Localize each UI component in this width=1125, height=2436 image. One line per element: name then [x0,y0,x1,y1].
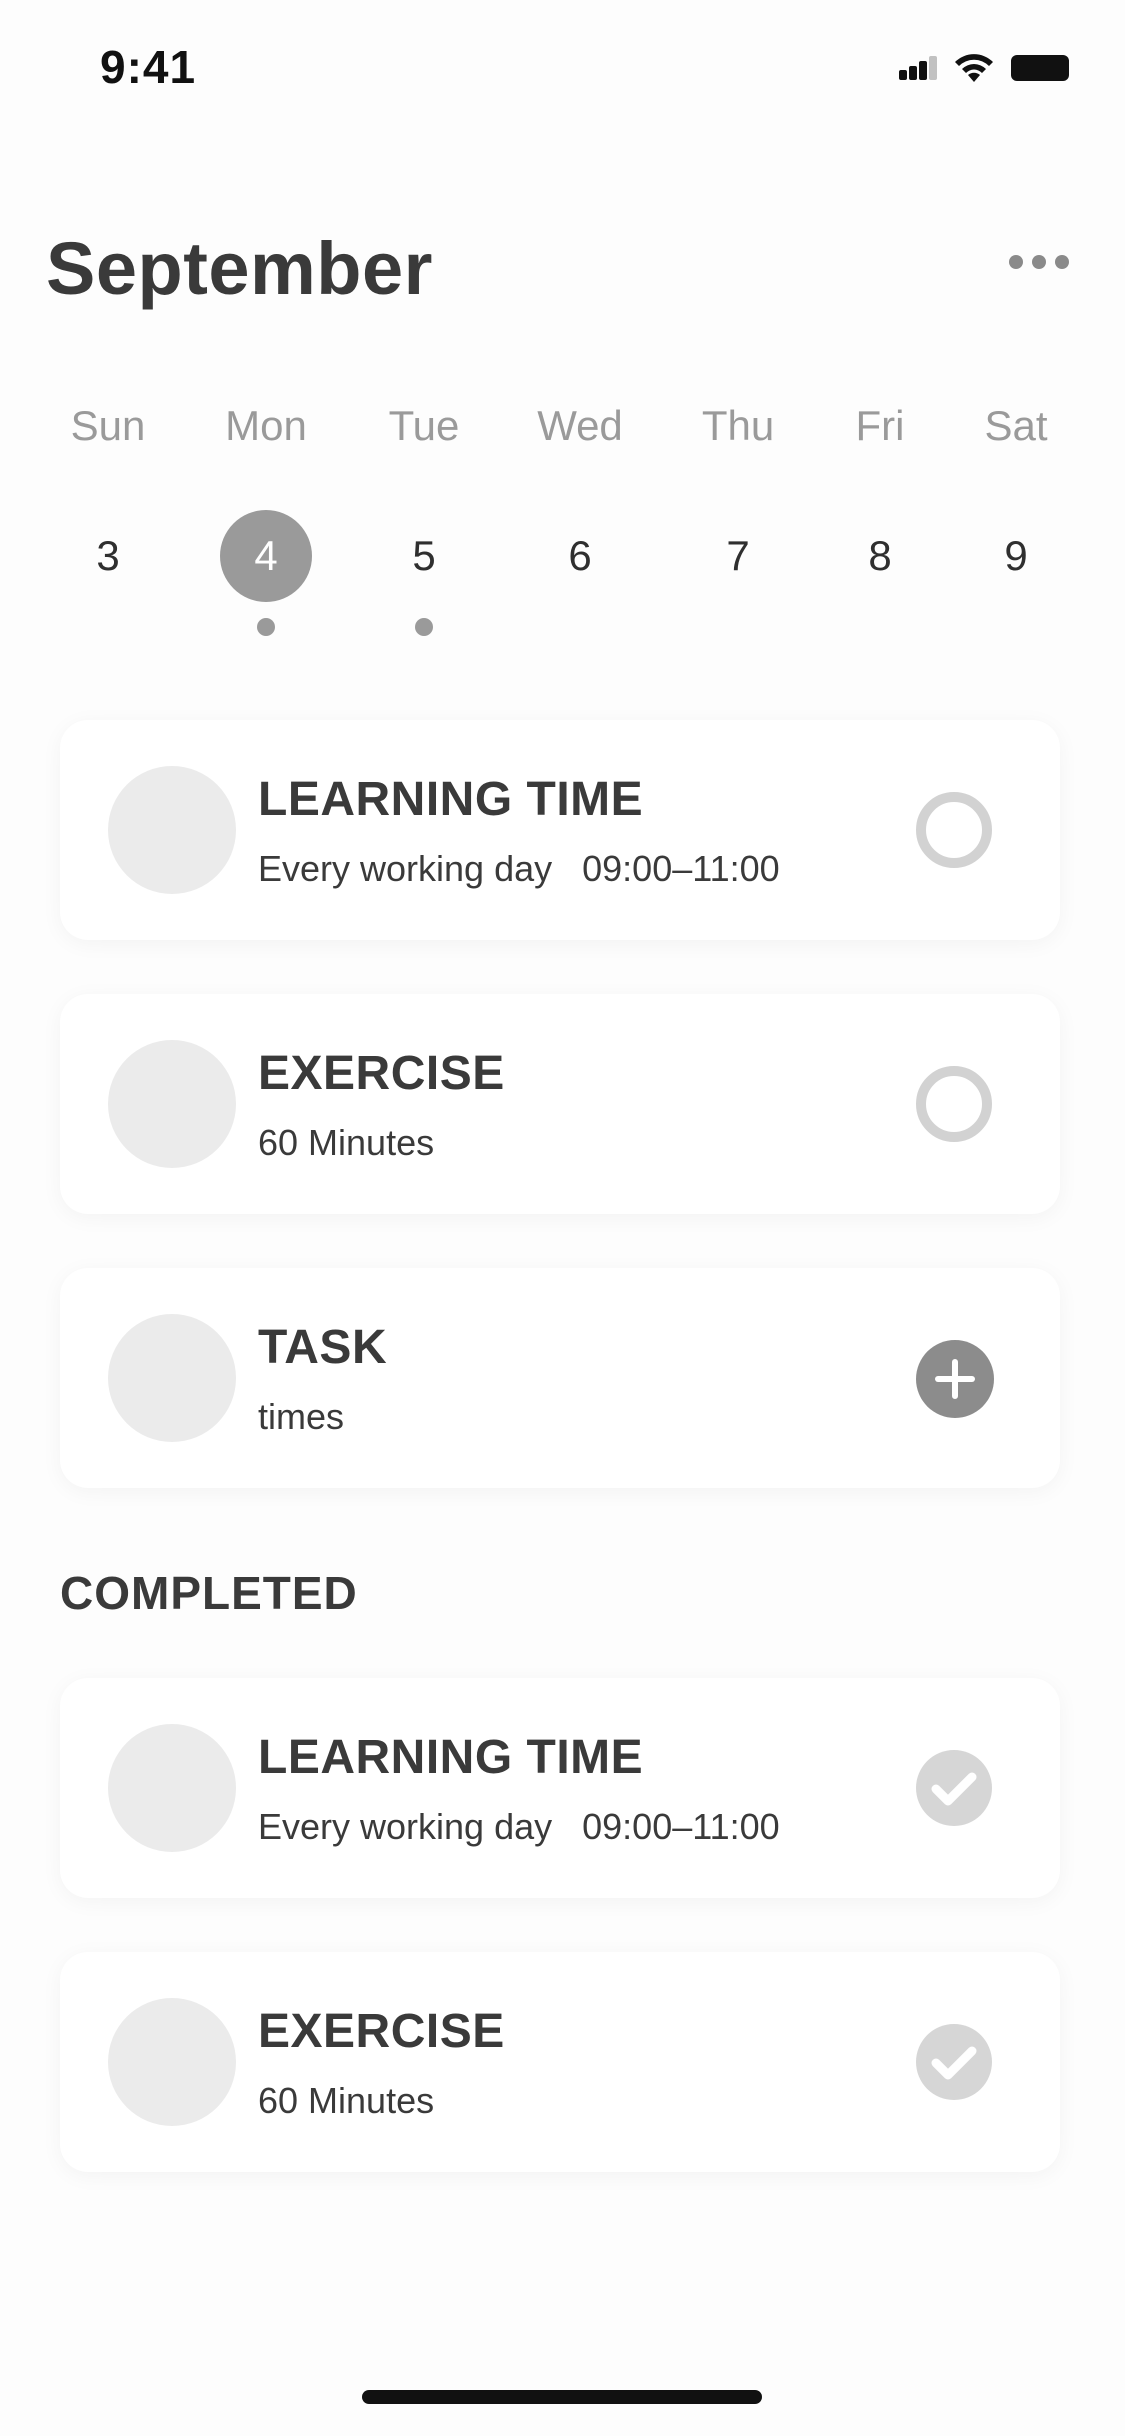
circle-icon[interactable] [916,1066,992,1142]
task-card[interactable]: LEARNING TIME Every working day 09:00–11:… [60,720,1060,940]
signal-icon [899,55,937,85]
day-number-circle: 7 [692,510,784,602]
task-thumbnail [108,1724,236,1852]
day-number: 3 [96,532,120,579]
day-number-circle: 8 [834,510,926,602]
more-dot [1055,255,1069,269]
check-icon[interactable] [916,2024,992,2100]
home-indicator[interactable] [362,2390,762,2404]
day-name: Sat [984,402,1048,449]
event-dot [415,618,433,636]
wifi-icon [953,52,995,89]
task-thumbnail [108,1040,236,1168]
more-horizontal-icon [1009,255,1023,269]
event-dot [257,618,275,636]
day-number: 8 [868,532,892,579]
task-subtitle: Every working day 09:00–11:00 [258,1806,780,1847]
day-number-circle: 4 [220,510,312,602]
day-fri[interactable]: Fri 8 [810,396,950,636]
task-subtitle: 60 Minutes [258,1122,435,1163]
day-number: 5 [412,532,436,579]
task-title: EXERCISE [258,1047,505,1100]
task-title: TASK [258,1321,388,1374]
day-thu[interactable]: Thu 7 [668,396,808,636]
week-strip: Sun 3 Mon 4 Tue 5 Wed 6 Thu 7 Fri 8 Sat 9 [0,396,1125,636]
task-title: LEARNING TIME [258,1731,644,1784]
day-name: Thu [701,402,775,449]
more-options-button[interactable] [1009,242,1069,282]
task-subtitle: times [258,1396,345,1437]
day-wed[interactable]: Wed 6 [510,396,650,636]
task-title: EXERCISE [258,2005,505,2058]
task-subtitle: 60 Minutes [258,2080,435,2121]
circle-icon[interactable] [916,792,992,868]
status-time: 9:41 [100,41,197,93]
completed-task-card[interactable]: LEARNING TIME Every working day 09:00–11:… [60,1678,1060,1898]
day-sun[interactable]: Sun 3 [38,396,178,636]
month-title: September [46,227,433,310]
task-thumbnail [108,766,236,894]
check-icon[interactable] [916,1750,992,1826]
day-sat[interactable]: Sat 9 [946,396,1086,636]
more-dot [1032,255,1046,269]
completed-task-card[interactable]: EXERCISE 60 Minutes [60,1952,1060,2172]
day-number-circle: 5 [378,510,470,602]
day-number-circle: 9 [970,510,1062,602]
status-icons [899,50,1069,90]
task-title: LEARNING TIME [258,773,644,826]
plus-icon[interactable] [916,1340,994,1418]
task-thumbnail [108,1998,236,2126]
completed-section-title: COMPLETED [60,1567,358,1619]
task-card[interactable]: EXERCISE 60 Minutes [60,994,1060,1214]
day-name: Sun [70,402,146,449]
day-number-circle: 3 [62,510,154,602]
day-number: 6 [568,532,592,579]
day-name: Mon [225,402,307,449]
battery-icon [1011,54,1069,86]
day-name: Tue [388,402,460,449]
day-tue[interactable]: Tue 5 [354,396,494,636]
day-name: Fri [855,402,905,449]
day-number: 7 [726,532,750,579]
day-mon[interactable]: Mon 4 [196,396,336,636]
day-number-circle: 6 [534,510,626,602]
task-thumbnail [108,1314,236,1442]
day-name: Wed [537,402,623,449]
day-number: 9 [1004,532,1028,579]
task-subtitle: Every working day 09:00–11:00 [258,848,780,889]
task-card[interactable]: TASK times [60,1268,1060,1488]
day-number: 4 [254,532,278,579]
